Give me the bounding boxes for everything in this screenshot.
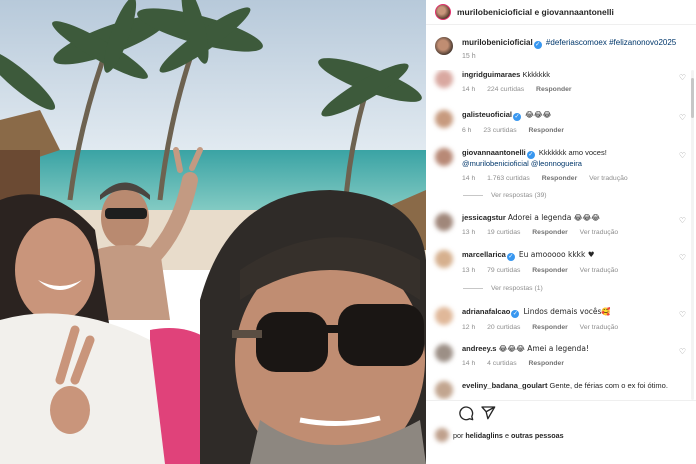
comment-item: andreey.s 😂😂😂 Amei a legenda! 14 h 4 cur… xyxy=(435,344,674,369)
verified-icon: ✓ xyxy=(526,151,535,159)
comment-username[interactable]: marcellarica xyxy=(462,250,506,259)
commenter-avatar[interactable] xyxy=(435,250,453,268)
likes-summary[interactable]: por helidaglins e outras pessoas xyxy=(435,428,564,442)
comment-username[interactable]: andreey.s xyxy=(462,344,496,353)
caption-avatar[interactable] xyxy=(435,37,453,55)
verified-icon: ✓ xyxy=(506,253,515,261)
post-header: murilobenicioficial e giovannaantonelli xyxy=(426,0,696,25)
commenter-avatar[interactable] xyxy=(435,70,453,88)
post-photo[interactable] xyxy=(0,0,426,464)
comments-scrollbar[interactable] xyxy=(691,70,694,400)
comment-likes[interactable]: 20 curtidas xyxy=(487,324,520,331)
liker-username[interactable]: helidaglins xyxy=(465,431,503,440)
comment-username[interactable]: jessicagstur xyxy=(462,213,506,222)
comment-icon[interactable] xyxy=(458,405,474,421)
view-replies-label[interactable]: Ver respostas (1) xyxy=(491,285,543,292)
likes-prefix: por xyxy=(453,430,464,440)
commenter-avatar[interactable] xyxy=(435,307,453,325)
view-replies-link[interactable]: Ver respostas (1) xyxy=(463,285,543,292)
translate-link[interactable]: Ver tradução xyxy=(580,324,619,331)
comment-text: Kkkkkkk xyxy=(522,70,550,79)
heart-icon[interactable]: ♡ xyxy=(679,347,686,356)
view-replies-label[interactable]: Ver respostas (39) xyxy=(491,192,547,199)
reply-button[interactable]: Responder xyxy=(532,267,568,274)
commenter-avatar[interactable] xyxy=(435,213,453,231)
heart-icon[interactable]: ♡ xyxy=(679,253,686,262)
comment-likes[interactable]: 23 curtidas xyxy=(483,127,516,134)
commenter-avatar[interactable] xyxy=(435,344,453,362)
likes-others[interactable]: outras pessoas xyxy=(511,431,564,440)
comment-item: eveliny_badana_goulart Gente, de férias … xyxy=(435,381,674,399)
comment-time: 6 h xyxy=(462,127,472,134)
comment-item: giovannaantonelli ✓ Kkkkkkk amo voces! @m… xyxy=(435,148,674,184)
caption-hashtags[interactable]: #deferiascomoex #felizanonovo2025 xyxy=(546,38,676,47)
reply-button[interactable]: Responder xyxy=(532,324,568,331)
comment-time: 14 h xyxy=(462,360,476,367)
comment-likes[interactable]: 79 curtidas xyxy=(487,267,520,274)
reply-button[interactable]: Responder xyxy=(542,175,578,182)
comment-item: galisteuoficial ✓ 😂😂😂 6 h 23 curtidas Res… xyxy=(435,110,674,136)
share-icon[interactable] xyxy=(480,405,496,421)
reply-button[interactable]: Responder xyxy=(536,86,572,93)
replies-divider xyxy=(463,288,483,289)
comment-text: Adorei a legenda 😂😂😂 xyxy=(507,213,601,222)
comment-likes[interactable]: 1.763 curtidas xyxy=(487,175,530,182)
likes-connector: e xyxy=(504,430,509,440)
heart-icon[interactable]: ♡ xyxy=(679,113,686,122)
comment-list[interactable]: ingridguimaraes Kkkkkkk 14 h 224 curtida… xyxy=(426,70,696,400)
reply-button[interactable]: Responder xyxy=(532,229,568,236)
comment-time: 13 h xyxy=(462,267,476,274)
comment-username[interactable]: ingridguimaraes xyxy=(462,70,520,79)
comment-item: adrianafalcao ✓ Lindos demais vocês🥰 12 h… xyxy=(435,307,674,333)
comment-text: Lindos demais vocês🥰 xyxy=(523,307,611,316)
comment-time: 14 h xyxy=(462,86,476,93)
comment-username[interactable]: galisteuoficial xyxy=(462,110,512,119)
comment-likes[interactable]: 19 curtidas xyxy=(487,229,520,236)
comment-text: Eu amooooo kkkk ♥ xyxy=(518,250,595,259)
heart-icon[interactable]: ♡ xyxy=(679,216,686,225)
commenter-avatar[interactable] xyxy=(435,381,453,399)
caption-username[interactable]: murilobenicioficial xyxy=(462,38,533,47)
heart-icon[interactable]: ♡ xyxy=(679,73,686,82)
translate-link[interactable]: Ver tradução xyxy=(580,229,619,236)
comment-item: jessicagstur Adorei a legenda 😂😂😂 13 h 1… xyxy=(435,213,674,238)
verified-icon: ✓ xyxy=(513,113,522,121)
comment-text: 😂😂😂 xyxy=(525,110,552,119)
post-authors[interactable]: murilobenicioficial e giovannaantonelli xyxy=(457,7,614,17)
replies-divider xyxy=(463,195,483,196)
heart-icon[interactable]: ♡ xyxy=(679,151,686,160)
comment-text: Kkkkkkk amo voces! xyxy=(538,148,607,157)
comment-item: marcellarica ✓ Eu amooooo kkkk ♥ 13 h 79 … xyxy=(435,250,674,276)
comment-username[interactable]: adrianafalcao xyxy=(462,307,510,316)
commenter-avatar[interactable] xyxy=(435,110,453,128)
comment-text: Gente, de férias com o ex foi ótimo. xyxy=(549,381,668,390)
beach-selfie-photo xyxy=(0,0,426,464)
comment-time: 13 h xyxy=(462,229,476,236)
comment-username[interactable]: eveliny_badana_goulart xyxy=(462,381,547,390)
heart-icon[interactable]: ♡ xyxy=(679,310,686,319)
view-replies-link[interactable]: Ver respostas (39) xyxy=(463,192,547,199)
comment-mentions[interactable]: @murilobenicioficial @leonnogueira xyxy=(462,159,638,169)
comment-item: ingridguimaraes Kkkkkkk 14 h 224 curtida… xyxy=(435,70,674,95)
reply-button[interactable]: Responder xyxy=(528,360,564,367)
translate-link[interactable]: Ver tradução xyxy=(580,267,619,274)
verified-icon: ✓ xyxy=(533,41,542,49)
commenter-avatar[interactable] xyxy=(435,148,453,166)
translate-link[interactable]: Ver tradução xyxy=(589,175,628,182)
caption-time: 15 h xyxy=(462,53,476,60)
liker-avatar xyxy=(435,428,449,442)
verified-icon: ✓ xyxy=(511,310,520,318)
comment-time: 12 h xyxy=(462,324,476,331)
comment-likes[interactable]: 4 curtidas xyxy=(487,360,516,367)
comment-username[interactable]: giovannaantonelli xyxy=(462,148,526,157)
author-avatar[interactable] xyxy=(435,4,451,20)
comment-likes[interactable]: 224 curtidas xyxy=(487,86,524,93)
post-actions: por helidaglins e outras pessoas xyxy=(426,400,696,464)
reply-button[interactable]: Responder xyxy=(528,127,564,134)
post-sidebar: murilobenicioficial e giovannaantonelli … xyxy=(426,0,696,464)
comment-time: 14 h xyxy=(462,175,476,182)
comment-text: 😂😂😂 Amei a legenda! xyxy=(498,344,589,353)
post-caption: murilobenicioficial ✓ #deferiascomoex #fe… xyxy=(426,25,696,62)
